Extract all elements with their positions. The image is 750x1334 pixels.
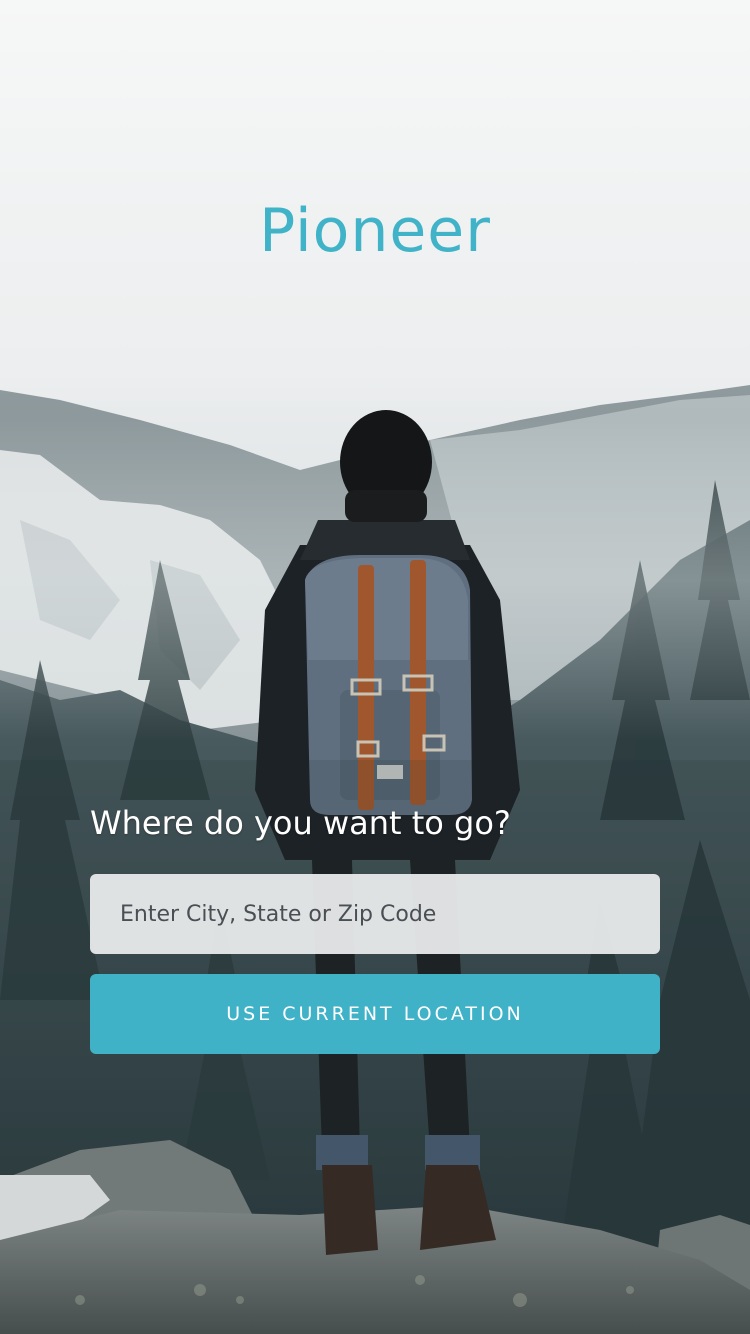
launch-screen: Pioneer Where do you want to go? USE CUR… — [0, 0, 750, 1334]
location-search-input[interactable] — [90, 874, 660, 954]
destination-prompt: Where do you want to go? — [90, 804, 511, 842]
app-title: Pioneer — [259, 196, 491, 266]
use-current-location-button[interactable]: USE CURRENT LOCATION — [90, 974, 660, 1054]
